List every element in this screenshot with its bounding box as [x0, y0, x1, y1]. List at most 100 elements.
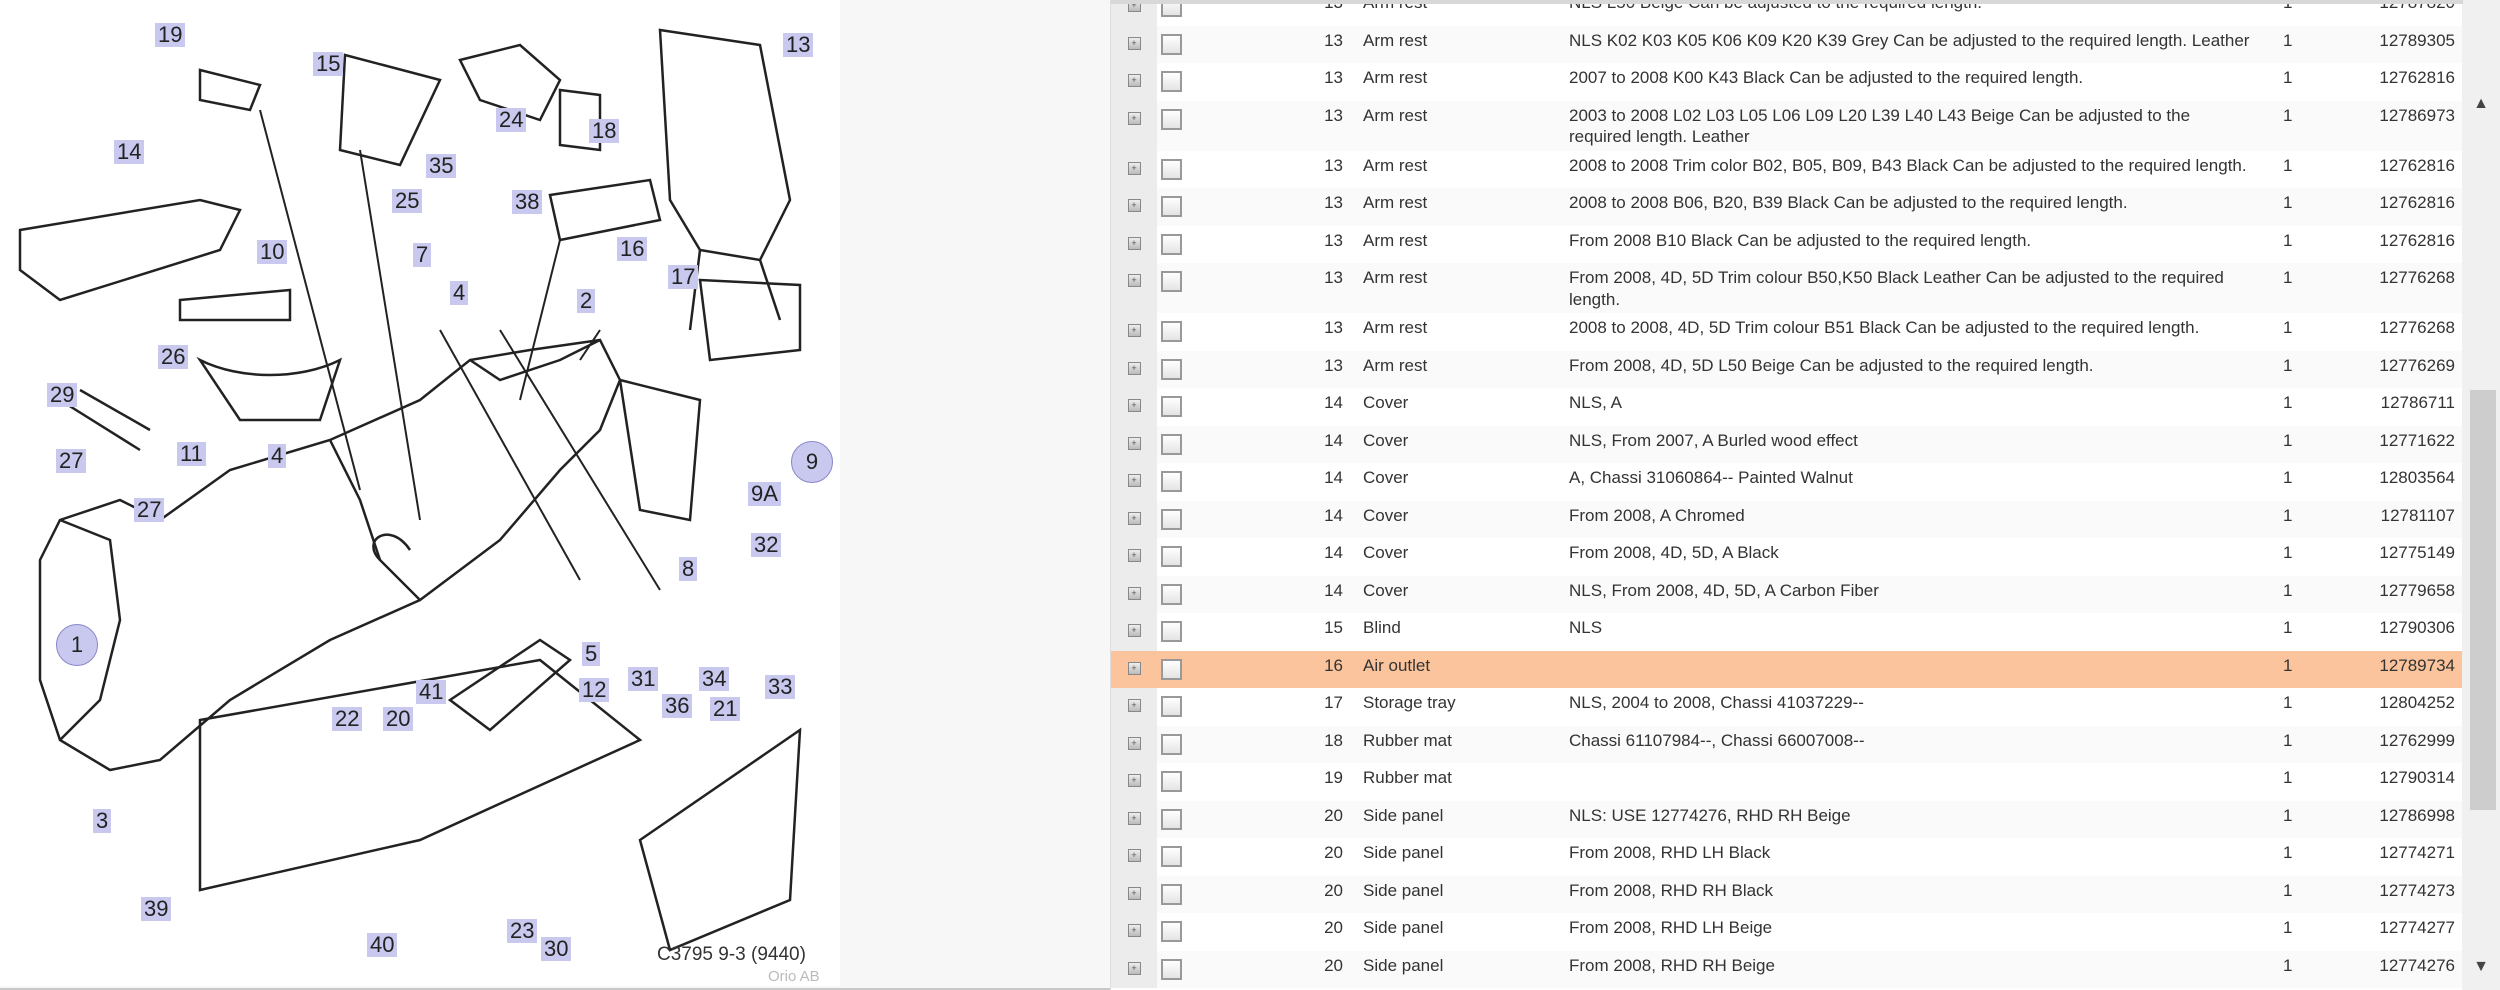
callout-15[interactable]: 15	[313, 52, 344, 76]
table-row[interactable]: +16 Air outlet 1 12789734	[1111, 650, 2463, 688]
callout-1[interactable]: 1	[56, 624, 98, 666]
callout-26[interactable]: 26	[158, 345, 189, 369]
callout-9A[interactable]: 9A	[748, 482, 781, 506]
table-row[interactable]: +13 Arm rest From 2008 B10 Black Can be ad…	[1111, 225, 2463, 263]
expand-cell[interactable]: +	[1111, 188, 1157, 226]
plus-square-icon[interactable]: +	[1127, 399, 1141, 412]
expand-cell[interactable]: +	[1111, 313, 1157, 351]
callout-16[interactable]: 16	[617, 237, 648, 261]
plus-square-icon[interactable]: +	[1127, 199, 1141, 212]
callout-30[interactable]: 30	[541, 937, 572, 961]
row-checkbox[interactable]	[1161, 33, 1182, 55]
plus-square-icon[interactable]: +	[1127, 661, 1141, 675]
select-cell[interactable]	[1157, 950, 1271, 988]
expand-cell[interactable]: +	[1111, 388, 1157, 426]
plus-square-icon[interactable]: +	[1127, 324, 1141, 337]
callout-9[interactable]: 9	[791, 441, 833, 483]
expand-cell[interactable]: +	[1111, 463, 1157, 501]
row-checkbox[interactable]	[1161, 396, 1182, 417]
plus-square-icon[interactable]: +	[1127, 111, 1141, 125]
callout-7[interactable]: 7	[413, 243, 432, 267]
expand-cell[interactable]: +	[1111, 950, 1157, 988]
select-cell[interactable]	[1157, 500, 1271, 538]
row-checkbox[interactable]	[1161, 546, 1182, 567]
plus-square-icon[interactable]: +	[1127, 736, 1141, 750]
expand-cell[interactable]: +	[1111, 913, 1157, 951]
row-checkbox[interactable]	[1161, 921, 1182, 942]
plus-square-icon[interactable]: +	[1127, 236, 1141, 250]
select-cell[interactable]	[1157, 725, 1271, 763]
plus-square-icon[interactable]: +	[1127, 624, 1141, 637]
expand-cell[interactable]: +	[1111, 225, 1157, 263]
callout-4[interactable]: 4	[268, 444, 287, 468]
expand-cell[interactable]: +	[1111, 100, 1157, 151]
callout-11[interactable]: 11	[177, 442, 206, 466]
table-row[interactable]: +20 Side panel From 2008, RHD RH Black 1 127…	[1111, 875, 2463, 913]
triangle-down-icon[interactable]: ▼	[2462, 958, 2500, 976]
callout-34[interactable]: 34	[699, 667, 730, 691]
select-cell[interactable]	[1157, 575, 1271, 613]
table-row[interactable]: +14 Cover From 2008, A Chromed 1 12781107	[1111, 500, 2463, 538]
table-row[interactable]: +17 Storage tray NLS, 2004 to 2008, Chassi…	[1111, 688, 2463, 726]
row-checkbox[interactable]	[1161, 108, 1182, 130]
callout-25[interactable]: 25	[392, 189, 423, 213]
callout-19[interactable]: 19	[155, 23, 186, 47]
callout-38[interactable]: 38	[512, 190, 543, 214]
callout-24[interactable]: 24	[496, 108, 527, 132]
select-cell[interactable]	[1157, 688, 1271, 726]
expand-cell[interactable]: +	[1111, 25, 1157, 63]
plus-square-icon[interactable]: +	[1127, 274, 1141, 287]
plus-square-icon[interactable]: +	[1127, 811, 1141, 825]
table-row[interactable]: +18 Rubber mat Chassi 61107984--, Chassi 6…	[1111, 725, 2463, 763]
callout-32[interactable]: 32	[751, 533, 782, 557]
row-checkbox[interactable]	[1161, 508, 1182, 530]
expand-cell[interactable]: +	[1111, 875, 1157, 913]
expand-cell[interactable]: +	[1111, 538, 1157, 576]
row-checkbox[interactable]	[1161, 321, 1182, 342]
table-row[interactable]: +13 Arm rest From 2008, 4D, 5D L50 Beige C…	[1111, 350, 2463, 388]
select-cell[interactable]	[1157, 388, 1271, 426]
select-cell[interactable]	[1157, 263, 1271, 313]
plus-square-icon[interactable]: +	[1127, 924, 1141, 937]
callout-21[interactable]: 21	[710, 697, 741, 721]
plus-square-icon[interactable]: +	[1127, 961, 1141, 975]
select-cell[interactable]	[1157, 63, 1271, 101]
row-checkbox[interactable]	[1161, 196, 1182, 217]
plus-square-icon[interactable]: +	[1127, 586, 1141, 600]
table-row[interactable]: +14 Cover NLS, From 2008, 4D, 5D, A Carbon…	[1111, 575, 2463, 613]
expand-cell[interactable]: +	[1111, 425, 1157, 463]
select-cell[interactable]	[1157, 838, 1271, 876]
table-row[interactable]: +13 Arm rest 2008 to 2008 B06, B20, B39 Bl…	[1111, 188, 2463, 226]
expand-cell[interactable]: +	[1111, 613, 1157, 651]
row-checkbox[interactable]	[1161, 696, 1182, 717]
table-row[interactable]: +13 Arm rest 2003 to 2008 L02 L03 L05 L06 …	[1111, 100, 2463, 151]
select-cell[interactable]	[1157, 100, 1271, 151]
row-checkbox[interactable]	[1161, 358, 1182, 380]
table-row[interactable]: +13 Arm rest 2007 to 2008 K00 K43 Black Ca…	[1111, 63, 2463, 101]
plus-square-icon[interactable]: +	[1127, 36, 1141, 50]
scrollbar-thumb[interactable]	[2470, 390, 2496, 810]
callout-10[interactable]: 10	[257, 240, 288, 264]
expand-cell[interactable]: +	[1111, 763, 1157, 801]
callout-33[interactable]: 33	[765, 675, 796, 699]
row-checkbox[interactable]	[1161, 883, 1182, 905]
select-cell[interactable]	[1157, 463, 1271, 501]
plus-square-icon[interactable]: +	[1127, 549, 1141, 562]
plus-square-icon[interactable]: +	[1127, 436, 1141, 450]
callout-5[interactable]: 5	[582, 642, 601, 666]
plus-square-icon[interactable]: +	[1127, 699, 1141, 712]
expand-cell[interactable]: +	[1111, 688, 1157, 726]
callout-35[interactable]: 35	[426, 154, 457, 178]
callout-27[interactable]: 27	[56, 449, 87, 473]
callout-40[interactable]: 40	[367, 933, 398, 957]
row-checkbox[interactable]	[1161, 771, 1182, 792]
select-cell[interactable]	[1157, 613, 1271, 651]
select-cell[interactable]	[1157, 913, 1271, 951]
row-checkbox[interactable]	[1161, 233, 1182, 255]
callout-23[interactable]: 23	[507, 919, 538, 943]
select-cell[interactable]	[1157, 800, 1271, 838]
callout-27[interactable]: 27	[134, 498, 165, 522]
callout-22[interactable]: 22	[332, 707, 363, 731]
callout-20[interactable]: 20	[383, 707, 414, 731]
triangle-up-icon[interactable]: ▲	[2462, 95, 2500, 113]
